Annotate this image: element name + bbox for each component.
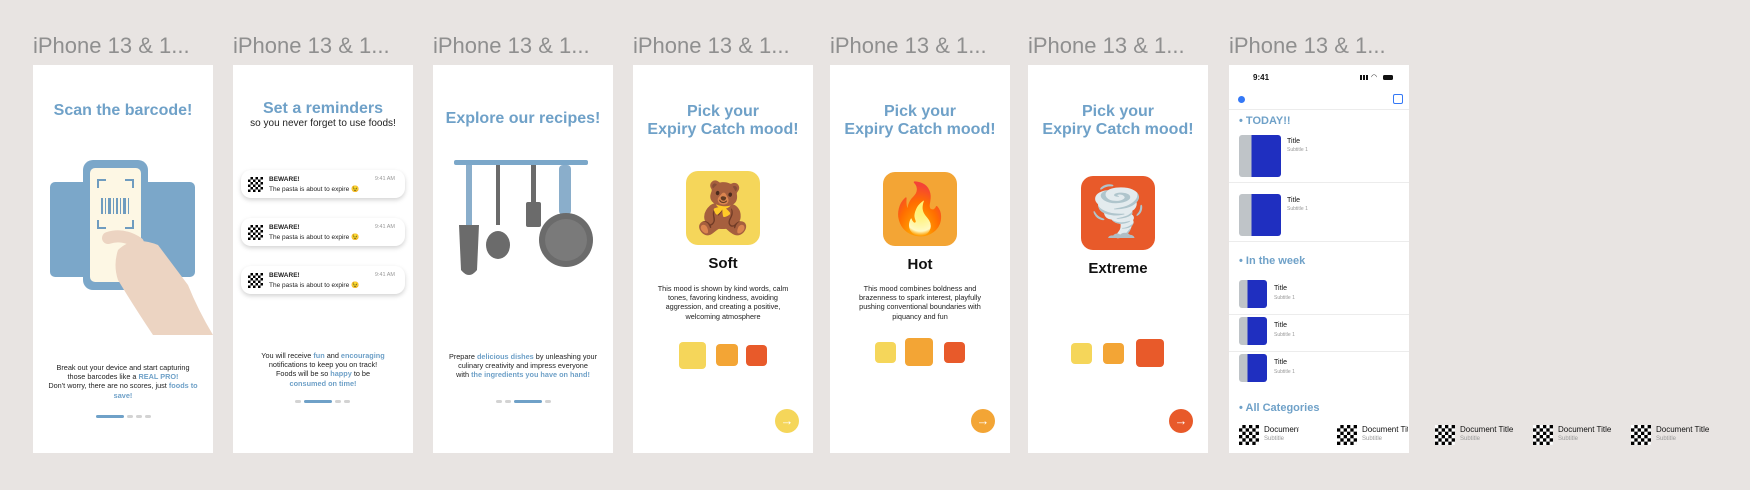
frame-label: iPhone 13 & 1...: [433, 33, 590, 58]
next-button[interactable]: →: [971, 409, 995, 433]
frame-label: iPhone 13 & 1...: [830, 33, 987, 58]
page-title: Pick your Expiry Catch mood!: [1042, 103, 1194, 138]
item-thumbnail: [1239, 194, 1281, 236]
arrow-right-icon: →: [780, 413, 794, 428]
item-thumbnail: [1239, 135, 1281, 177]
onboarding-recipes-screen: Explore our recipes! Prepare delicious d…: [433, 65, 613, 453]
document-icon: [1631, 425, 1651, 445]
profile-icon[interactable]: [1238, 96, 1245, 103]
onboarding-scan-screen: Scan the barcode! Break out your device …: [33, 65, 213, 453]
list-item-title[interactable]: Title: [1287, 138, 1300, 145]
description-text: Prepare delicious dishes by unleashing y…: [448, 352, 598, 380]
list-item-title[interactable]: Title: [1274, 322, 1287, 329]
frame-label: iPhone 13 & 1...: [33, 33, 190, 58]
mood-description: This mood is shown by kind words, calm t…: [657, 284, 789, 321]
notification-card[interactable]: BEWARE! The pasta is about to expire 😉 9…: [241, 170, 405, 198]
document-icon: [1435, 425, 1455, 445]
fire-emoji[interactable]: 🔥: [883, 172, 957, 246]
list-item-title[interactable]: Title: [1287, 197, 1300, 204]
document-item[interactable]: Document Title Subtitle: [1239, 423, 1299, 445]
mood-option-soft[interactable]: [1071, 343, 1092, 364]
home-list-screen: 9:41 ◠ • TODAY!! Title Subtitle 1 Title …: [1229, 65, 1409, 453]
mood-option-soft[interactable]: [875, 342, 896, 363]
page-title: Explore our recipes!: [445, 110, 601, 127]
list-item-title[interactable]: Title: [1274, 359, 1287, 366]
list-item-subtitle: Subtitle 1: [1287, 206, 1308, 212]
list-item-title[interactable]: Title: [1274, 285, 1287, 292]
frame-label: iPhone 13 & 1...: [1229, 33, 1386, 58]
checker-icon: [248, 225, 263, 240]
mood-option-extreme[interactable]: [746, 345, 767, 366]
mood-soft-screen: Pick your Expiry Catch mood! 🧸 Soft This …: [633, 65, 813, 453]
signal-icon: [1360, 75, 1369, 80]
section-header-categories: • All Categories: [1239, 402, 1320, 414]
notification-card[interactable]: BEWARE! The pasta is about to expire 😉 9…: [241, 218, 405, 246]
item-thumbnail: [1239, 280, 1267, 308]
mood-option-soft[interactable]: [679, 342, 706, 369]
page-title: Pick your Expiry Catch mood!: [844, 103, 996, 138]
mood-option-hot[interactable]: [905, 338, 933, 366]
page-title: Set a reminders: [262, 100, 384, 117]
phone-barcode-illustration: [50, 160, 213, 335]
tornado-emoji[interactable]: 🌪️: [1081, 176, 1155, 250]
teddy-bear-emoji[interactable]: 🧸: [686, 171, 760, 245]
page-subtitle: so you never forget to use foods!: [250, 118, 396, 129]
notification-card[interactable]: BEWARE! The pasta is about to expire 😉 9…: [241, 266, 405, 294]
list-item-subtitle: Subtitle 1: [1274, 295, 1295, 301]
page-indicator[interactable]: [496, 400, 551, 403]
arrow-right-icon: →: [976, 413, 990, 428]
mood-name: Hot: [907, 256, 933, 273]
mood-name: Soft: [708, 255, 738, 272]
description-text: You will receive fun and encouraging not…: [261, 351, 385, 388]
section-header-week: • In the week: [1239, 255, 1306, 267]
document-item[interactable]: Document Title Subtitle: [1337, 423, 1408, 445]
mood-description: This mood combines boldness and brazenne…: [858, 284, 982, 321]
utensils-illustration: [454, 160, 593, 275]
next-button[interactable]: →: [1169, 409, 1193, 433]
checker-icon: [248, 273, 263, 288]
document-item[interactable]: Document Title Subtitle: [1435, 423, 1525, 445]
arrow-right-icon: →: [1174, 413, 1188, 428]
status-time: 9:41: [1253, 73, 1270, 82]
wifi-icon: ◠: [1371, 74, 1378, 81]
page-title: Scan the barcode!: [53, 102, 193, 119]
scan-icon[interactable]: [1393, 94, 1403, 104]
mood-option-extreme[interactable]: [1136, 339, 1164, 367]
document-icon: [1337, 425, 1357, 445]
frame-label: iPhone 13 & 1...: [233, 33, 390, 58]
mood-option-hot[interactable]: [1103, 343, 1124, 364]
page-indicator[interactable]: [295, 400, 350, 403]
document-icon: [1533, 425, 1553, 445]
next-button[interactable]: →: [775, 409, 799, 433]
mood-extreme-screen: Pick your Expiry Catch mood! 🌪️ Extreme →: [1028, 65, 1208, 453]
document-icon: [1239, 425, 1259, 445]
mood-name: Extreme: [1088, 260, 1148, 277]
mood-option-extreme[interactable]: [944, 342, 965, 363]
description-text: Break out your device and start capturin…: [48, 363, 198, 400]
list-item-subtitle: Subtitle 1: [1274, 369, 1295, 375]
frame-label: iPhone 13 & 1...: [633, 33, 790, 58]
page-indicator[interactable]: [96, 415, 151, 418]
mood-option-hot[interactable]: [716, 344, 738, 366]
item-thumbnail: [1239, 317, 1267, 345]
checker-icon: [248, 177, 263, 192]
mood-hot-screen: Pick your Expiry Catch mood! 🔥 Hot This m…: [830, 65, 1010, 453]
document-item[interactable]: Document Title Subtitle: [1631, 423, 1721, 445]
section-header-today: • TODAY!!: [1239, 115, 1291, 127]
list-item-subtitle: Subtitle 1: [1274, 332, 1295, 338]
frame-label: iPhone 13 & 1...: [1028, 33, 1185, 58]
list-item-subtitle: Subtitle 1: [1287, 147, 1308, 153]
battery-icon: [1383, 75, 1393, 80]
item-thumbnail: [1239, 354, 1267, 382]
document-item[interactable]: Document Title Subtitle: [1533, 423, 1623, 445]
page-title: Pick your Expiry Catch mood!: [647, 103, 799, 138]
onboarding-reminders-screen: Set a reminders so you never forget to u…: [233, 65, 413, 453]
